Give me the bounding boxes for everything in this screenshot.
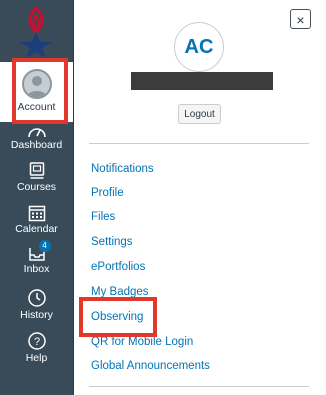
nav-item-history[interactable]: History bbox=[0, 288, 73, 321]
nav-item-calendar[interactable]: Calendar bbox=[0, 204, 73, 235]
nav-label-help: Help bbox=[25, 352, 48, 364]
profile-avatar: AC bbox=[174, 22, 224, 72]
nav-label-courses: Courses bbox=[16, 181, 57, 193]
user-name-redacted bbox=[131, 72, 273, 90]
link-qr-mobile-login[interactable]: QR for Mobile Login bbox=[91, 335, 193, 349]
logout-button[interactable]: Logout bbox=[178, 104, 221, 124]
nav-label-calendar: Calendar bbox=[15, 223, 58, 235]
nav-label-inbox: Inbox bbox=[23, 263, 50, 275]
nav-item-courses[interactable]: Courses bbox=[0, 162, 73, 193]
link-profile[interactable]: Profile bbox=[91, 186, 124, 200]
highlight-account-top bbox=[12, 58, 68, 96]
nav-label-dashboard: Dashboard bbox=[10, 139, 63, 151]
logo-icon[interactable] bbox=[14, 6, 58, 58]
highlight-account bbox=[12, 93, 68, 124]
inbox-badge: 4 bbox=[38, 240, 51, 252]
dashboard-icon bbox=[27, 128, 46, 138]
link-files[interactable]: Files bbox=[91, 210, 115, 224]
close-button[interactable]: × bbox=[290, 9, 311, 29]
calendar-icon bbox=[28, 205, 45, 222]
link-notifications[interactable]: Notifications bbox=[91, 162, 154, 176]
help-icon: ? bbox=[27, 332, 46, 350]
nav-item-dashboard[interactable]: Dashboard bbox=[0, 124, 73, 151]
nav-item-help[interactable]: ? Help bbox=[0, 331, 73, 364]
link-settings[interactable]: Settings bbox=[91, 235, 133, 249]
history-icon bbox=[27, 289, 46, 307]
link-global-announcements[interactable]: Global Announcements bbox=[91, 359, 210, 373]
courses-icon bbox=[29, 162, 44, 179]
link-eportfolios[interactable]: ePortfolios bbox=[91, 260, 145, 274]
highlight-observing bbox=[79, 297, 157, 337]
nav-item-inbox[interactable]: 4 Inbox bbox=[0, 240, 73, 275]
svg-text:?: ? bbox=[33, 336, 39, 348]
divider-bottom bbox=[89, 386, 309, 387]
nav-label-history: History bbox=[20, 309, 53, 321]
divider-top bbox=[89, 143, 309, 144]
